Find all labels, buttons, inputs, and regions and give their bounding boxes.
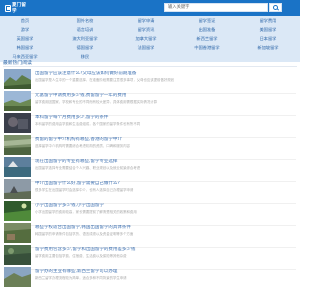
nav-item[interactable]: 澳大利亚留学 xyxy=(60,35,110,42)
article-thumbnail[interactable] xyxy=(4,179,31,199)
article-summary: 很多学生在出国留学时会选择中介，也有人选择自己办理留学申请 xyxy=(35,188,134,192)
logo-text: 夏门留学 xyxy=(11,3,27,14)
nav-item[interactable]: 留学费用 xyxy=(243,17,293,24)
nav-item[interactable]: 新西兰留学 xyxy=(182,35,232,42)
nav-item[interactable]: 德国留学 xyxy=(60,44,110,51)
article-summary: 留学费用因国家、学校和专业的不同而有较大差异，具体费用需根据实际情况计算 xyxy=(35,100,158,104)
nav-item[interactable]: 语言培训 xyxy=(60,26,110,33)
article-summary: 小学出国留学的费用较高，家长需要提前了解清楚相关的政策和费用 xyxy=(35,210,137,214)
article-thumbnail[interactable] xyxy=(4,201,31,221)
article-thumbnail[interactable] xyxy=(4,245,31,265)
nav-item[interactable]: 留学签证 xyxy=(182,17,232,24)
article-summary: 出国留学是人生中的一个重要选择，在准备阶段需要注意很多事项，父母也应该提前做好规… xyxy=(35,78,175,82)
article-summary: 出国留学选择专业需要结合个人兴趣、职业规划以及就业前景综合考虑 xyxy=(35,166,141,170)
article-title[interactable]: 本科留学每个月费用多少,留学的条件 xyxy=(35,115,295,121)
article-thumbnail[interactable] xyxy=(4,223,31,243)
nav-item[interactable]: 出国准备 xyxy=(182,26,232,33)
nav-item[interactable]: 日本留学 xyxy=(243,35,293,42)
article-thumbnail[interactable] xyxy=(4,267,31,287)
nav-item[interactable]: 加拿大留学 xyxy=(121,35,171,42)
article-title[interactable]: 出国留学应该注意什么?父母应该如何做好前期准备 xyxy=(35,71,295,77)
nav-item[interactable]: 游学 xyxy=(0,26,50,33)
article-thumbnail[interactable] xyxy=(4,113,31,133)
nav-item[interactable]: 留学资讯 xyxy=(121,26,171,33)
nav-item[interactable]: 中国香港留学 xyxy=(182,44,232,51)
nav-item[interactable]: 留学申请 xyxy=(121,17,171,24)
nav-item[interactable]: 法国留学 xyxy=(121,44,171,51)
nav-item[interactable]: 韩国留学 xyxy=(0,44,50,51)
category-nav: 首页 国外名校 留学申请 留学签证 留学费用 游学 语言培训 留学资讯 出国准备… xyxy=(0,16,300,62)
logo-icon xyxy=(5,4,11,12)
article-summary: 留学费用主要包括学费、住宿费、生活费以及保险等其他杂费 xyxy=(35,254,127,258)
section-title: 最新热门阅读 xyxy=(3,61,32,66)
article-thumbnail[interactable] xyxy=(4,91,31,111)
nav-item[interactable]: 美国留学 xyxy=(243,26,293,33)
article-title[interactable]: 元富留学申请费用多少钱,费留留学一年的费用 xyxy=(35,93,295,99)
search-button[interactable] xyxy=(269,3,282,12)
nav-item[interactable]: 国外名校 xyxy=(60,17,110,24)
section-divider xyxy=(3,66,297,67)
site-logo[interactable]: 夏门留学 xyxy=(5,3,27,14)
article-title[interactable]: 小学出国留学多少钱,小学出国留学 xyxy=(35,203,295,209)
article-title[interactable]: 中介出国留学什么好,留学需要自己做什么? xyxy=(35,181,295,187)
article-title[interactable]: 哪些学校适合出国留学,韩国出国留学的具体条件 xyxy=(35,225,295,231)
article-summary: 新西兰留学办理流程较为简单，适合多种不同背景的学生申请 xyxy=(35,276,127,280)
article-thumbnail[interactable] xyxy=(4,69,31,89)
article-title[interactable]: 留学办的主业有哪些,新西兰留学可以办理 xyxy=(35,269,295,275)
article-title[interactable]: 现在出国留学的专业有哪些,留学专业选择 xyxy=(35,159,295,165)
article-title[interactable]: 留学费用包含多少,留学和出国留学的费用差多少钱 xyxy=(35,247,295,253)
nav-item[interactable]: 首页 xyxy=(0,17,50,24)
article-thumbnail[interactable] xyxy=(4,157,31,177)
article-summary: 选择留学中介机构时需要综合考虑机构的资质、口碑和服务内容 xyxy=(35,144,130,148)
site-header: 夏门留学 输入关键字 xyxy=(0,0,300,16)
nav-item[interactable]: 新加坡留学 xyxy=(243,44,293,51)
article-summary: 本科留学的费用由学费和生活费组成，各个国家的留学条件也有所不同 xyxy=(35,122,141,126)
article-item[interactable]: 留学办的主业有哪些,新西兰留学可以办理 新西兰留学办理流程较为简单，适合多种不同… xyxy=(4,267,296,293)
nav-item[interactable]: 英国留学 xyxy=(0,35,50,42)
nav-item[interactable]: 移民 xyxy=(60,53,110,60)
article-summary: 韩国留学的申请条件包括学历、语言成绩以及资金证明等多个方面 xyxy=(35,232,134,236)
search-icon xyxy=(273,5,278,10)
search-input[interactable]: 输入关键字 xyxy=(164,3,268,12)
article-title[interactable]: 费留的留学中介机构有哪些,香港的留学中介 xyxy=(35,137,295,143)
article-thumbnail[interactable] xyxy=(4,135,31,155)
